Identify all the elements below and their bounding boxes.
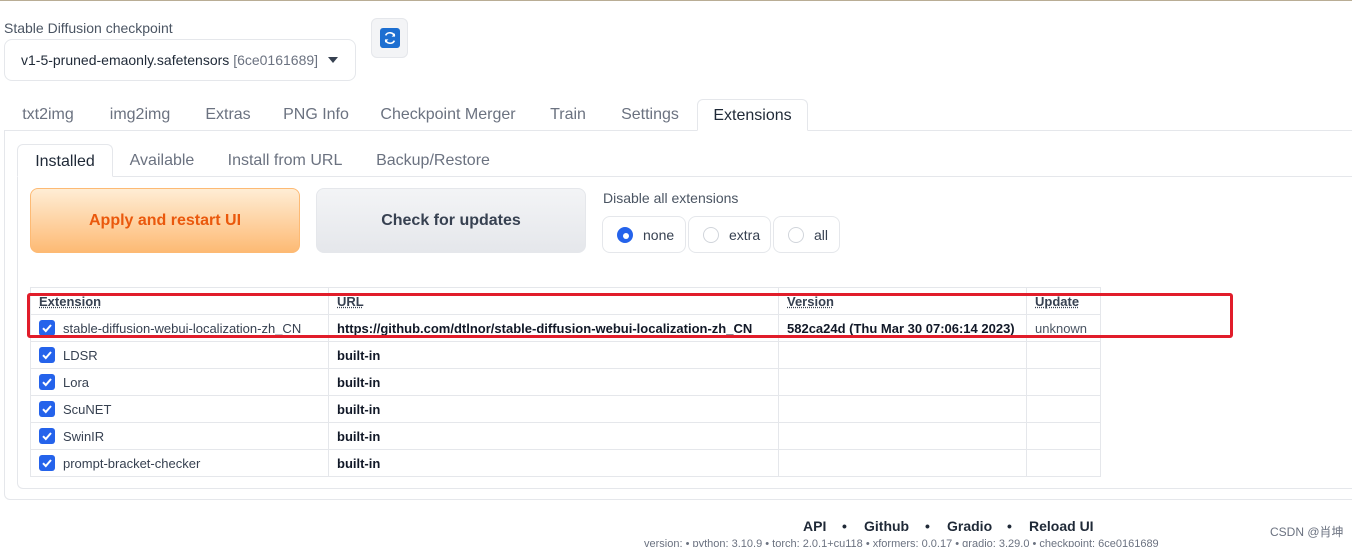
tab-img2img[interactable]: img2img — [97, 99, 183, 131]
watermark: CSDN @肖坤 — [1270, 523, 1344, 540]
checkbox-checked-icon[interactable] — [39, 428, 55, 444]
chevron-down-icon — [328, 57, 338, 63]
extension-name-cell: stable-diffusion-webui-localization-zh_C… — [31, 315, 329, 342]
radio-none[interactable]: none — [602, 216, 686, 253]
extensions-sub-tab-bar: Installed Available Install from URL Bac… — [17, 144, 1352, 177]
extension-url: built-in — [329, 450, 779, 477]
footer-link-github[interactable]: Github — [864, 518, 909, 534]
disable-extensions-label: Disable all extensions — [603, 190, 738, 206]
extension-name-cell: SwinIR — [31, 423, 329, 450]
extension-update-status — [1027, 342, 1101, 369]
tab-extensions[interactable]: Extensions — [697, 99, 808, 131]
version-info: version: • python: 3.10.9 • torch: 2.0.1… — [644, 538, 1159, 547]
radio-all[interactable]: all — [773, 216, 840, 253]
checkbox-checked-icon[interactable] — [39, 401, 55, 417]
extension-url: built-in — [329, 423, 779, 450]
table-row: Lora built-in — [31, 369, 1101, 396]
tab-png-info[interactable]: PNG Info — [273, 99, 359, 131]
checkpoint-label: Stable Diffusion checkpoint — [4, 20, 173, 36]
extension-version — [779, 450, 1027, 477]
radio-selected-icon — [617, 227, 633, 243]
extension-version — [779, 369, 1027, 396]
checkpoint-dropdown[interactable]: v1-5-pruned-emaonly.safetensors [6ce0161… — [4, 39, 356, 81]
radio-unselected-icon — [788, 227, 804, 243]
checkbox-checked-icon[interactable] — [39, 374, 55, 390]
extension-url: https://github.com/dtlnor/stable-diffusi… — [329, 315, 779, 342]
checkpoint-filename: v1-5-pruned-emaonly.safetensors — [21, 52, 229, 68]
table-row: ScuNET built-in — [31, 396, 1101, 423]
radio-all-label: all — [814, 227, 828, 243]
top-rule — [0, 0, 1352, 1]
extension-url: built-in — [329, 369, 779, 396]
extension-name: LDSR — [63, 348, 98, 363]
check-for-updates-button[interactable]: Check for updates — [316, 188, 586, 253]
checkbox-checked-icon[interactable] — [39, 455, 55, 471]
extension-update-status — [1027, 396, 1101, 423]
table-header-row: Extension URL Version Update — [31, 288, 1101, 315]
extension-url: built-in — [329, 396, 779, 423]
tab-settings[interactable]: Settings — [608, 99, 692, 131]
extension-update-status — [1027, 450, 1101, 477]
column-header-url: URL — [329, 288, 779, 315]
column-header-version: Version — [779, 288, 1027, 315]
tab-train[interactable]: Train — [538, 99, 598, 131]
extension-url: built-in — [329, 342, 779, 369]
table-row: LDSR built-in — [31, 342, 1101, 369]
footer-link-api[interactable]: API — [803, 518, 826, 534]
extension-version — [779, 423, 1027, 450]
footer-separator: • — [925, 518, 930, 534]
footer-links: API • Github • Gradio • Reload UI — [0, 516, 1352, 536]
radio-extra-label: extra — [729, 227, 760, 243]
extension-name: prompt-bracket-checker — [63, 456, 200, 471]
apply-and-restart-button[interactable]: Apply and restart UI — [30, 188, 300, 253]
refresh-checkpoint-button[interactable] — [371, 18, 408, 58]
extension-update-status — [1027, 423, 1101, 450]
radio-extra[interactable]: extra — [688, 216, 771, 253]
tab-backup-restore[interactable]: Backup/Restore — [367, 144, 499, 177]
tab-checkpoint-merger[interactable]: Checkpoint Merger — [368, 99, 528, 131]
extension-name-cell: ScuNET — [31, 396, 329, 423]
tab-extras[interactable]: Extras — [193, 99, 263, 131]
extension-name: Lora — [63, 375, 89, 390]
footer-separator: • — [1007, 518, 1012, 534]
radio-unselected-icon — [703, 227, 719, 243]
footer-separator: • — [842, 518, 847, 534]
checkbox-checked-icon[interactable] — [39, 320, 55, 336]
extension-name: stable-diffusion-webui-localization-zh_C… — [63, 321, 301, 336]
table-row: prompt-bracket-checker built-in — [31, 450, 1101, 477]
extension-name-cell: prompt-bracket-checker — [31, 450, 329, 477]
extension-update-status — [1027, 369, 1101, 396]
extension-update-status: unknown — [1027, 315, 1101, 342]
table-row: stable-diffusion-webui-localization-zh_C… — [31, 315, 1101, 342]
table-row: SwinIR built-in — [31, 423, 1101, 450]
extension-version — [779, 396, 1027, 423]
tab-available[interactable]: Available — [120, 144, 204, 177]
tab-install-from-url[interactable]: Install from URL — [220, 144, 350, 177]
tab-installed[interactable]: Installed — [17, 144, 113, 177]
extension-name: SwinIR — [63, 429, 104, 444]
column-header-update: Update — [1027, 288, 1101, 315]
refresh-icon — [380, 28, 400, 48]
extensions-table: Extension URL Version Update stable-diff… — [30, 287, 1101, 477]
footer-link-reload-ui[interactable]: Reload UI — [1029, 518, 1094, 534]
tab-txt2img[interactable]: txt2img — [7, 99, 89, 131]
checkpoint-value: v1-5-pruned-emaonly.safetensors [6ce0161… — [21, 52, 318, 68]
extension-version: 582ca24d (Thu Mar 30 07:06:14 2023) — [779, 315, 1027, 342]
extension-name-cell: Lora — [31, 369, 329, 396]
footer-link-gradio[interactable]: Gradio — [947, 518, 992, 534]
checkpoint-hash: [6ce0161689] — [233, 52, 318, 68]
radio-none-label: none — [643, 227, 674, 243]
column-header-extension: Extension — [31, 288, 329, 315]
extension-name-cell: LDSR — [31, 342, 329, 369]
main-tab-bar: txt2img img2img Extras PNG Info Checkpoi… — [4, 99, 1352, 131]
extension-version — [779, 342, 1027, 369]
extension-name: ScuNET — [63, 402, 111, 417]
checkbox-checked-icon[interactable] — [39, 347, 55, 363]
